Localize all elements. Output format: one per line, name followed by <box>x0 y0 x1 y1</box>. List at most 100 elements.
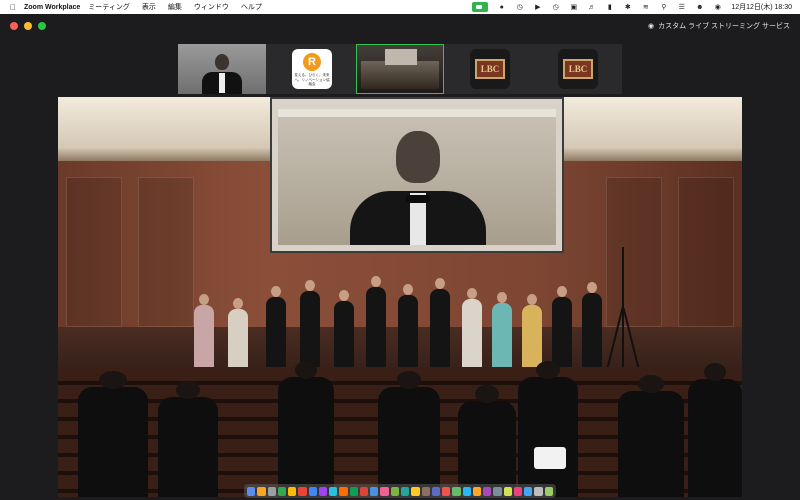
menu-window[interactable]: ウィンドウ <box>194 2 229 12</box>
projection-screen <box>270 97 564 253</box>
control-center-icon[interactable]: ☰ <box>677 3 686 12</box>
dock-app-icon[interactable] <box>472 486 482 496</box>
speaker-shirt <box>219 73 225 93</box>
audience-member <box>688 363 742 497</box>
search-icon[interactable]: ⚲ <box>659 3 668 12</box>
menu-edit[interactable]: 編集 <box>168 2 182 12</box>
audience-member <box>518 361 578 497</box>
volume-icon[interactable]: ♬ <box>587 3 596 12</box>
dock-app-icon[interactable] <box>452 486 461 496</box>
main-video-feed[interactable] <box>58 97 742 497</box>
stage-person <box>228 298 248 375</box>
minimize-button[interactable] <box>24 22 32 30</box>
siri-icon[interactable]: ◉ <box>713 3 722 12</box>
dock-app-icon[interactable] <box>442 486 451 496</box>
dock-app-icon[interactable] <box>359 486 369 496</box>
participant-thumbnail-lbc-2[interactable]: LBC <box>534 44 622 94</box>
dock-app-icon[interactable] <box>524 486 533 496</box>
speaker-head <box>215 54 229 70</box>
audience-member <box>458 385 516 497</box>
stage-group <box>188 265 608 375</box>
audience-member <box>158 381 218 497</box>
dock-app-icon[interactable] <box>380 486 389 496</box>
stream-label-text: カスタム ライブ ストリーミング サービス <box>658 23 790 30</box>
fullscreen-button[interactable] <box>38 22 46 30</box>
projected-speaker-head <box>396 131 440 183</box>
play-icon[interactable]: ▶ <box>533 3 542 12</box>
title-bar: ◉ カスタム ライブ ストリーミング サービス <box>0 14 800 38</box>
clock-icon[interactable]: ◷ <box>551 3 560 12</box>
stage-person <box>266 286 286 375</box>
logo-r-mark: R <box>303 53 321 71</box>
wall-panel <box>678 177 734 327</box>
lbc-logo-text: LBC <box>563 59 593 79</box>
stage-person <box>462 288 482 375</box>
dock-app-icon[interactable] <box>308 486 317 496</box>
bluetooth-icon[interactable]: ✱ <box>623 3 632 12</box>
lbc-logo: LBC <box>470 49 510 89</box>
menu-view[interactable]: 表示 <box>142 2 156 12</box>
participant-thumbnail-lbc-1[interactable]: LBC <box>446 44 534 94</box>
dock-app-icon[interactable] <box>318 486 328 496</box>
timer-icon[interactable]: ◷ <box>515 3 524 12</box>
wall-panel <box>138 177 194 327</box>
wifi-icon[interactable]: ≋ <box>641 3 650 12</box>
menu-meeting[interactable]: ミーティング <box>88 2 130 12</box>
audience-member <box>278 361 334 497</box>
dock-app-icon[interactable] <box>349 486 358 496</box>
dock-app-icon[interactable] <box>257 486 266 496</box>
menu-help[interactable]: ヘルプ <box>241 2 262 12</box>
live-stream-indicator[interactable]: ◉ カスタム ライブ ストリーミング サービス <box>648 21 790 31</box>
dock-app-icon[interactable] <box>288 486 297 496</box>
zoom-status-icon[interactable] <box>472 2 489 12</box>
dock-app-icon[interactable] <box>483 486 492 496</box>
dock-app-icon[interactable] <box>534 486 543 496</box>
dock-app-icon[interactable] <box>247 486 256 496</box>
dock-app-icon[interactable] <box>431 486 441 496</box>
dock-app-icon[interactable] <box>400 486 410 496</box>
dock-app-icon[interactable] <box>339 486 348 496</box>
clock[interactable]: 12月12日(木) 18:30 <box>731 2 792 12</box>
stage-person <box>398 284 418 375</box>
participant-strip: R 変える。ひらく。未来へ。リノベーション協議会 LBC LBC <box>178 44 622 94</box>
app-menu[interactable]: Zoom Workplace <box>24 4 80 11</box>
a-icon[interactable]: ▣ <box>569 3 578 12</box>
participant-thumbnail-speaker[interactable] <box>178 44 266 94</box>
stage-person <box>492 292 512 375</box>
stage-person <box>582 282 602 375</box>
stage-person <box>430 278 450 375</box>
dock-app-icon[interactable] <box>267 486 276 496</box>
participant-thumbnail-logo-r[interactable]: R 変える。ひらく。未来へ。リノベーション協議会 <box>268 44 356 94</box>
share-icon[interactable]: ● <box>497 3 506 12</box>
dock-app-icon[interactable] <box>329 486 338 496</box>
audience-member <box>378 371 440 497</box>
stage-person <box>194 294 214 375</box>
close-button[interactable] <box>10 22 18 30</box>
dock-app-icon[interactable] <box>277 486 287 496</box>
audience-member <box>618 375 684 497</box>
apple-menu-icon[interactable]:  <box>6 3 20 12</box>
audience-member <box>78 371 148 497</box>
user-icon[interactable]: ☻ <box>695 3 704 12</box>
hall-mini-screen <box>385 49 417 65</box>
menu-bar:  Zoom Workplace ミーティング 表示 編集 ウィンドウ ヘルプ … <box>0 0 800 14</box>
hall-mini-stage <box>361 61 439 89</box>
white-handbag <box>534 447 566 469</box>
dock-app-icon[interactable] <box>390 486 399 496</box>
participant-thumbnail-hall-active[interactable] <box>356 44 444 94</box>
wall-panel <box>66 177 122 327</box>
dock-app-icon[interactable] <box>513 486 523 496</box>
battery-icon[interactable]: ▮ <box>605 3 614 12</box>
lbc-logo-text: LBC <box>475 59 505 79</box>
dock-app-icon[interactable] <box>544 486 553 496</box>
renovation-council-logo: R 変える。ひらく。未来へ。リノベーション協議会 <box>292 49 332 89</box>
dock-app-icon[interactable] <box>370 486 379 496</box>
dock-app-icon[interactable] <box>411 486 420 496</box>
dock-app-icon[interactable] <box>298 486 307 496</box>
projected-window-bar <box>278 109 556 117</box>
dock-app-icon[interactable] <box>503 486 512 496</box>
dock-app-icon[interactable] <box>462 486 471 496</box>
stage-person <box>334 290 354 375</box>
dock-app-icon[interactable] <box>493 486 502 496</box>
dock-app-icon[interactable] <box>421 486 430 496</box>
